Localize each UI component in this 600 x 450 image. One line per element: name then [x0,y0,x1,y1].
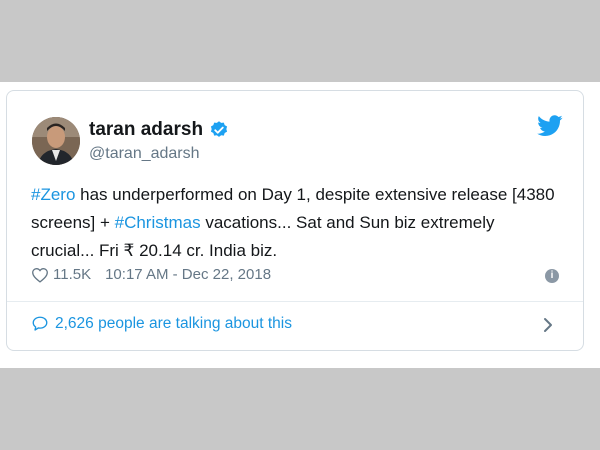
author-handle[interactable]: @taran_adarsh [89,145,200,163]
tweet-meta: 11.5K 10:17 AM - Dec 22, 2018 [31,266,271,283]
divider [7,301,583,302]
chat-bubble-icon [32,316,48,331]
avatar-image [32,117,80,165]
tweet-text: #Zero has underperformed on Day 1, despi… [31,181,561,265]
chevron-right-icon[interactable] [543,317,553,333]
tweet-timestamp[interactable]: 10:17 AM - Dec 22, 2018 [105,266,271,283]
heart-icon[interactable] [31,267,49,283]
info-icon[interactable]: i [545,269,559,283]
avatar[interactable] [32,117,80,165]
author-name[interactable]: taran adarsh [89,119,203,141]
tweet-card[interactable]: taran adarsh @taran_adarsh #Zero has und… [6,90,584,351]
like-count[interactable]: 11.5K [53,266,91,283]
hashtag-zero[interactable]: #Zero [31,185,75,204]
twitter-bird-icon[interactable] [537,115,563,137]
conversation-label[interactable]: 2,626 people are talking about this [55,315,292,333]
verified-badge-icon [210,121,228,137]
conversation-link[interactable]: 2,626 people are talking about this [31,315,292,333]
hashtag-christmas[interactable]: #Christmas [115,213,201,232]
author-name-row[interactable]: taran adarsh [89,119,229,141]
